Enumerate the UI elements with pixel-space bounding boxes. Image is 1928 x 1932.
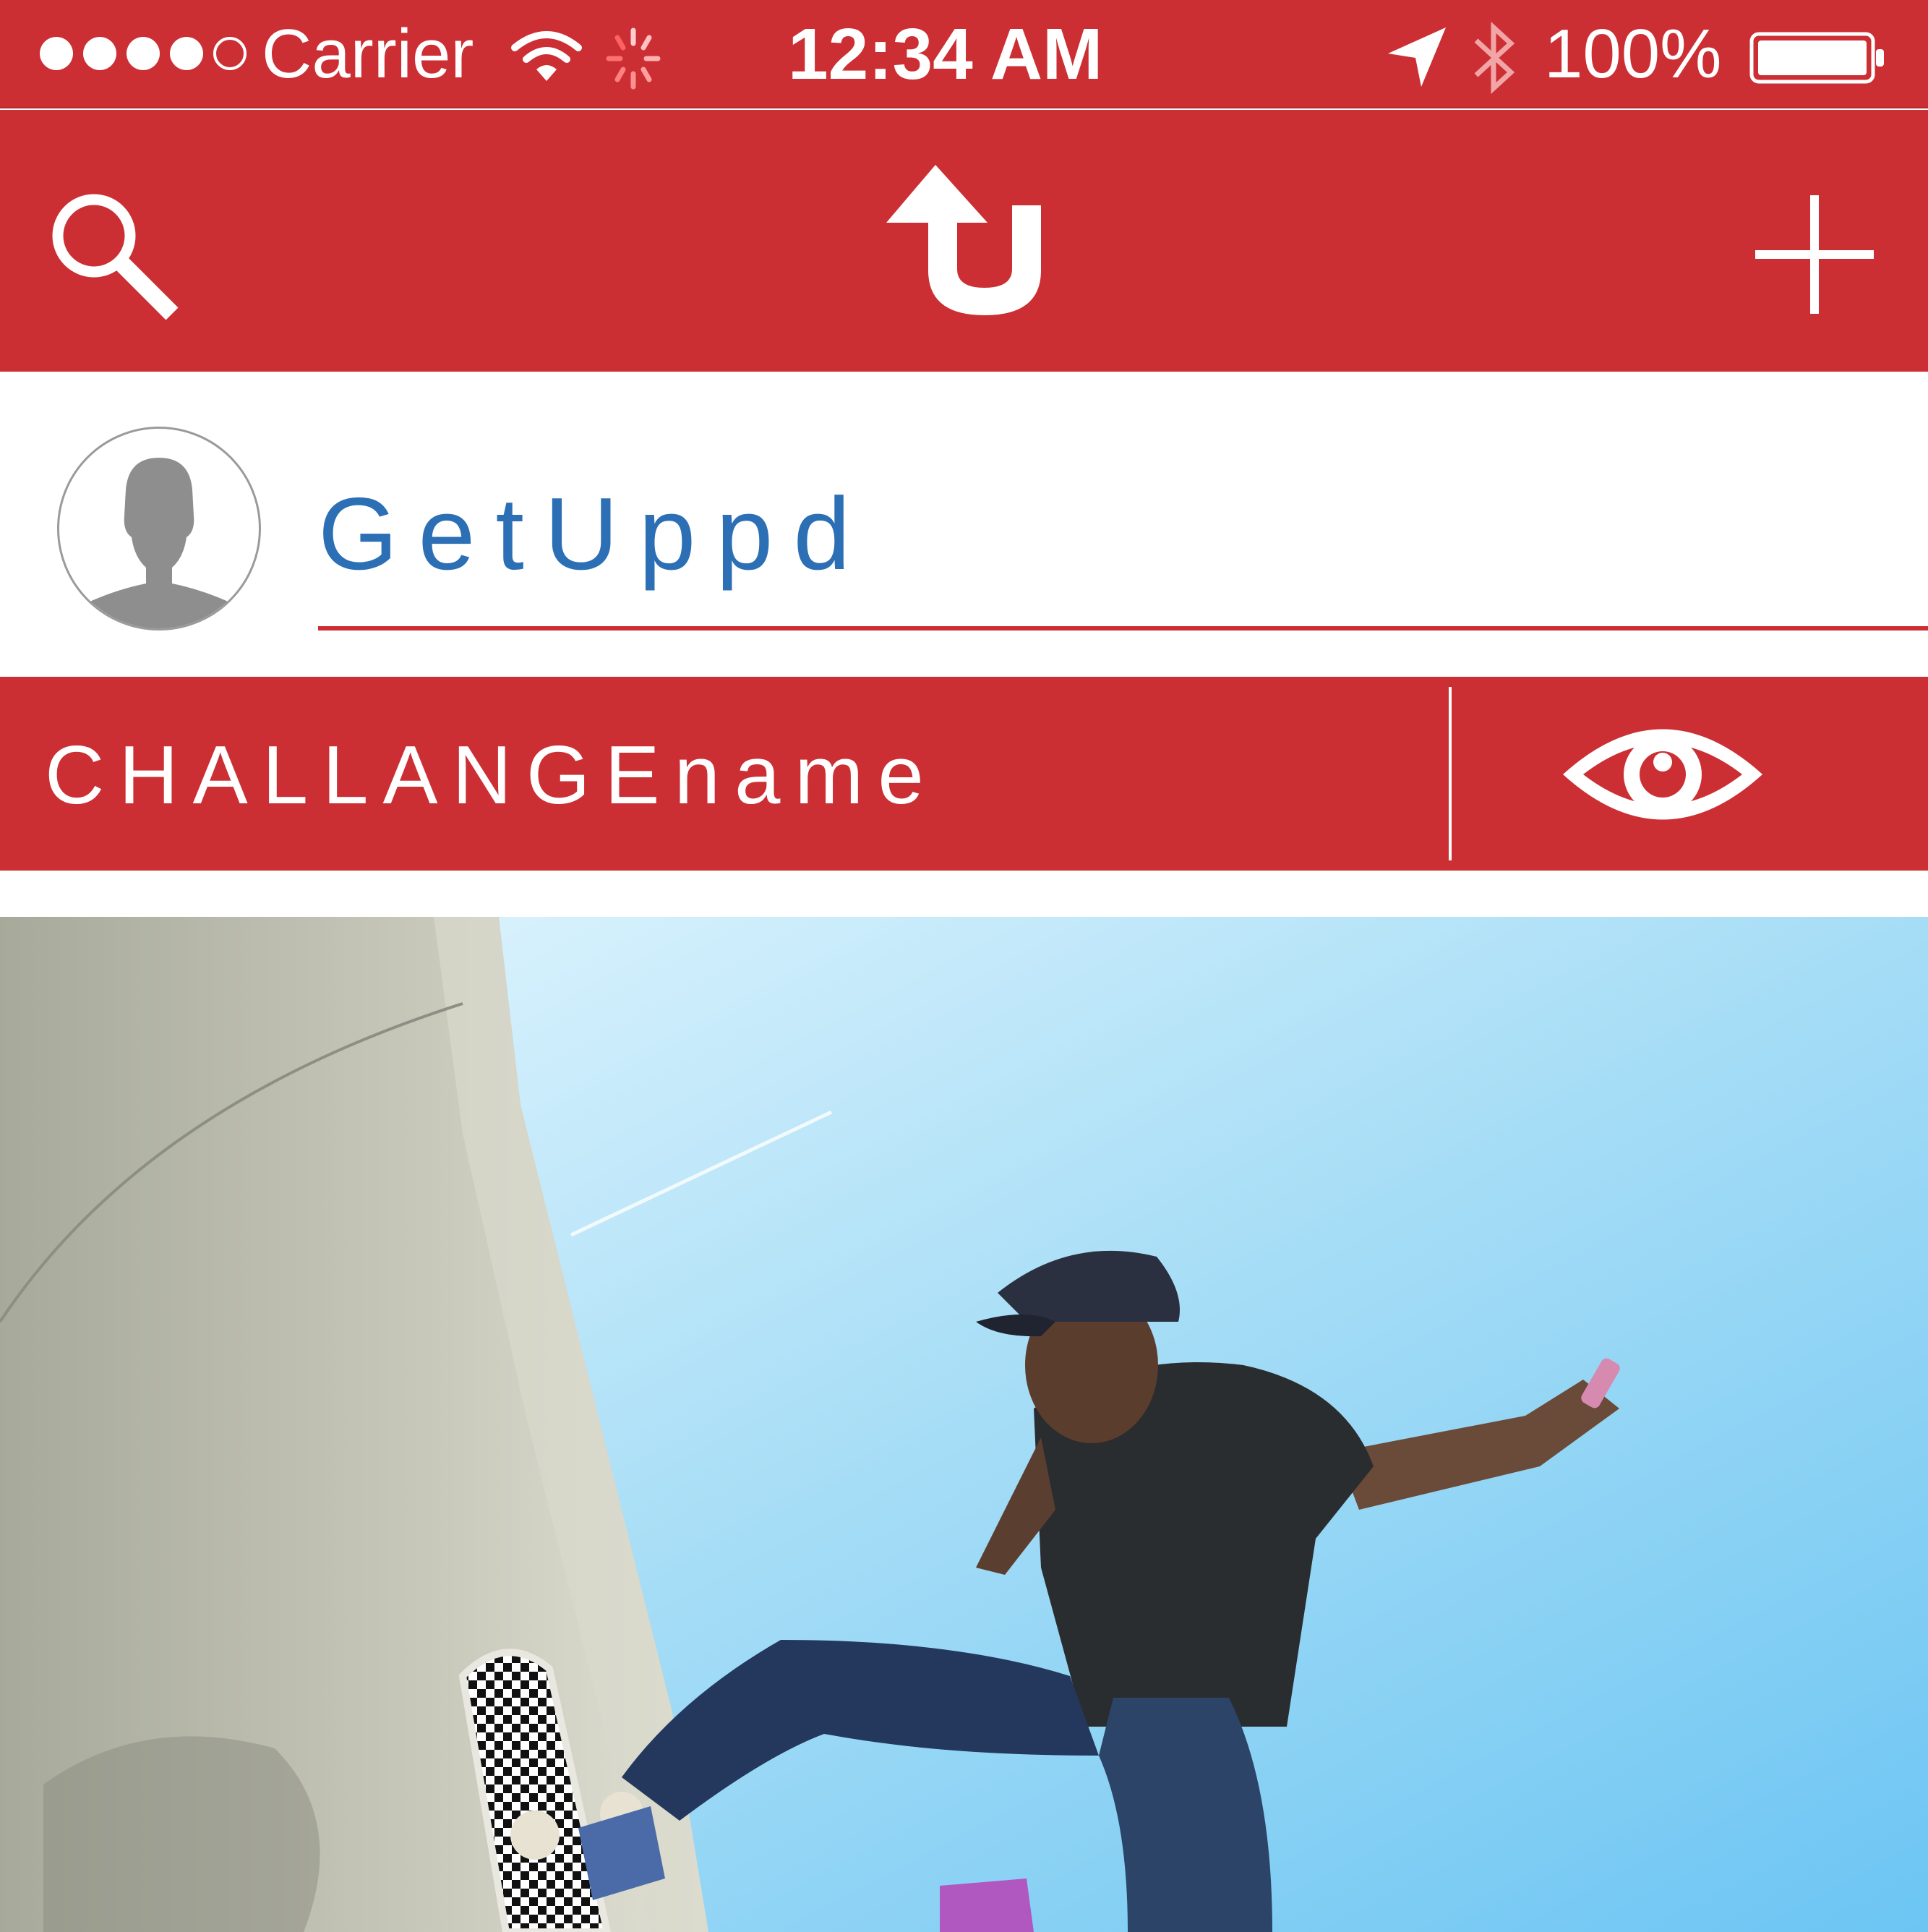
bluetooth-icon xyxy=(1474,22,1515,94)
add-icon xyxy=(1755,195,1874,314)
photo-illustration xyxy=(0,917,1928,1932)
challenge-name[interactable]: CHALLANGEname xyxy=(45,729,938,823)
activity-spinner-icon xyxy=(606,27,661,90)
search-button[interactable] xyxy=(43,189,188,334)
signal-icon xyxy=(40,37,247,70)
status-bar: Carrier 12:34 AM 100% xyxy=(0,0,1928,108)
add-button[interactable] xyxy=(1749,189,1880,320)
skateboarder-photo[interactable] xyxy=(0,917,1928,1932)
post-header: GetUppd xyxy=(0,372,1928,677)
location-arrow-icon xyxy=(1388,27,1446,87)
challenge-bar: CHALLANGEname xyxy=(0,677,1928,871)
challenge-divider xyxy=(1449,687,1452,860)
app-logo-icon xyxy=(886,165,1041,315)
view-button[interactable] xyxy=(1554,706,1771,843)
clock: 12:34 AM xyxy=(788,14,1103,95)
wifi-icon xyxy=(511,31,582,81)
battery-icon xyxy=(1749,32,1884,84)
eye-icon xyxy=(1563,729,1762,820)
search-icon xyxy=(52,194,179,320)
avatar[interactable] xyxy=(57,427,261,631)
default-avatar-icon xyxy=(81,458,237,628)
status-bar-separator xyxy=(0,107,1928,108)
battery-percentage: 100% xyxy=(1544,15,1722,93)
carrier-label: Carrier xyxy=(262,15,474,93)
username[interactable]: GetUppd xyxy=(318,473,870,596)
app-logo xyxy=(883,161,1050,327)
nav-bar xyxy=(0,110,1928,372)
username-underline xyxy=(318,626,1928,631)
